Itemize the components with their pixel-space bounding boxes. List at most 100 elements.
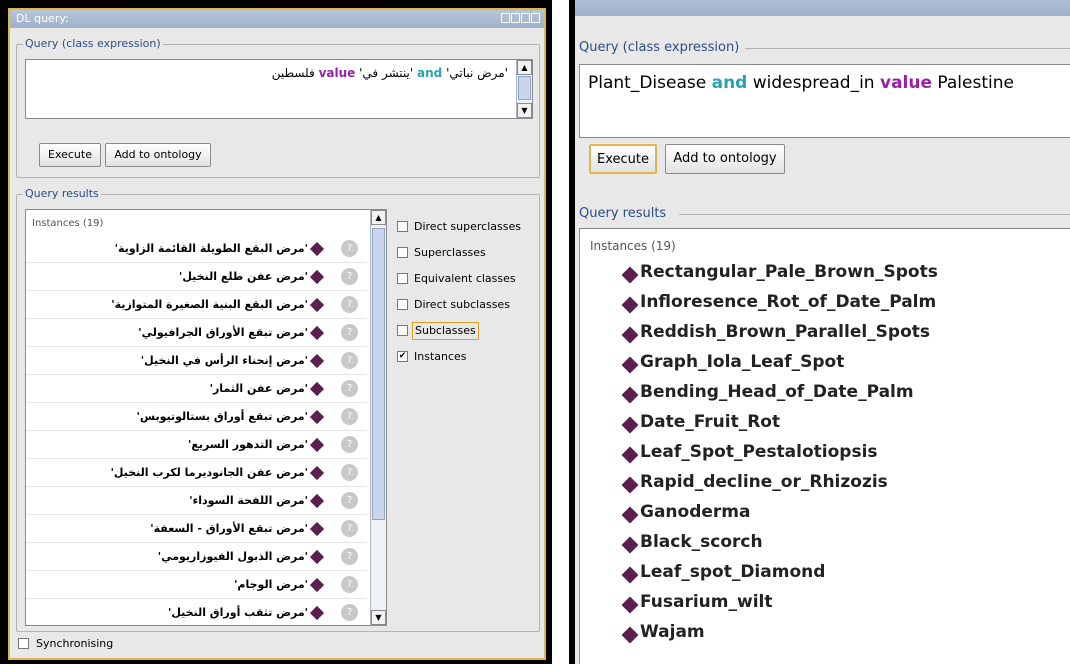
close-icon[interactable] — [531, 13, 540, 23]
list-item[interactable]: 'مرض عفن الثمار'? — [26, 376, 366, 403]
list-item[interactable]: 'مرض تبقع أوراق بستالوتيوبس'? — [26, 404, 366, 431]
execute-button[interactable]: Execute — [589, 144, 657, 174]
maximize-icon[interactable] — [521, 13, 530, 23]
query-scrollbar[interactable]: ▲ ▼ — [516, 60, 532, 118]
restore-icon[interactable] — [501, 13, 510, 23]
list-item[interactable]: 'مرض الذبول الفيوزاريومي'? — [26, 544, 366, 571]
value-keyword: value — [318, 66, 356, 80]
help-icon[interactable]: ? — [341, 520, 358, 537]
scroll-thumb[interactable] — [372, 228, 385, 520]
list-item[interactable]: Leaf_Spot_Pestalotiopsis — [580, 439, 1070, 469]
individual-diamond-icon — [309, 465, 325, 481]
list-item[interactable]: Bending_Head_of_Date_Palm — [580, 379, 1070, 409]
individual-diamond-icon — [309, 381, 325, 397]
query-editor[interactable]: 'مرض نباتي' and 'ينتشر في' value فلسطين … — [25, 59, 533, 119]
scroll-thumb[interactable] — [518, 76, 531, 100]
instance-label: Bending_Head_of_Date_Palm — [640, 382, 914, 402]
scroll-down-icon[interactable]: ▼ — [517, 103, 532, 118]
list-item[interactable]: 'مرض تبقع الأوراق الجرافيولي'? — [26, 320, 366, 347]
list-item[interactable]: 'مرض إنحناء الرأس في النخيل'? — [26, 348, 366, 375]
help-icon[interactable]: ? — [341, 352, 358, 369]
option-checkbox[interactable] — [397, 247, 408, 258]
results-group-label: Query results — [23, 187, 101, 200]
help-icon[interactable]: ? — [341, 296, 358, 313]
window-title-bar: DL query: — [10, 10, 544, 28]
add-to-ontology-button[interactable]: Add to ontology — [665, 144, 785, 174]
help-icon[interactable]: ? — [341, 604, 358, 621]
list-item[interactable]: 'مرض البقع الطويلة القائمة الزاوية'? — [26, 236, 366, 263]
instance-label: Rapid_decline_or_Rhizozis — [640, 472, 888, 492]
list-item[interactable]: Rectangular_Pale_Brown_Spots — [580, 259, 1070, 289]
query-arg1: Plant_Disease — [588, 73, 707, 93]
option-checkbox[interactable] — [397, 299, 408, 310]
list-item[interactable]: Rapid_decline_or_Rhizozis — [580, 469, 1070, 499]
list-item[interactable]: 'مرض عفن الجانوديرما لكرب النخيل'? — [26, 460, 366, 487]
query-editor[interactable]: Plant_Disease and widespread_in value Pa… — [579, 64, 1070, 138]
individual-diamond-icon — [309, 549, 325, 565]
instance-label: 'مرض تثقب أوراق النخيل' — [167, 606, 308, 619]
instance-label: 'مرض تبقع الأوراق الجرافيولي' — [138, 326, 308, 339]
option-label: Superclasses — [414, 246, 486, 259]
execute-button[interactable]: Execute — [39, 143, 101, 167]
list-item[interactable]: Date_Fruit_Rot — [580, 409, 1070, 439]
help-icon[interactable]: ? — [341, 268, 358, 285]
option-label: Equivalent classes — [414, 272, 516, 285]
list-item[interactable]: 'مرض البقع البنية الصغيرة المتوازية'? — [26, 292, 366, 319]
query-expression: Plant_Disease and widespread_in value Pa… — [588, 73, 1014, 93]
minimize-icon[interactable] — [511, 13, 520, 23]
individual-diamond-icon — [621, 476, 639, 494]
individual-diamond-icon — [621, 416, 639, 434]
instances-count-label: Instances (19) — [32, 218, 104, 229]
option-label: Subclasses — [412, 322, 479, 340]
option-checkbox[interactable] — [397, 221, 408, 232]
add-to-ontology-button[interactable]: Add to ontology — [105, 143, 211, 167]
scroll-up-icon[interactable]: ▲ — [371, 210, 386, 225]
instance-label: Leaf_spot_Diamond — [640, 562, 826, 582]
option-checkbox[interactable]: ✔ — [397, 351, 408, 362]
option-label: Direct subclasses — [414, 298, 510, 311]
list-item[interactable]: Reddish_Brown_Parallel_Spots — [580, 319, 1070, 349]
list-item[interactable]: 'مرض التدهور السريع'? — [26, 432, 366, 459]
list-item[interactable]: Wajam — [580, 619, 1070, 649]
help-icon[interactable]: ? — [341, 380, 358, 397]
instance-label: 'مرض عفن طلع النخيل' — [179, 270, 308, 283]
help-icon[interactable]: ? — [341, 464, 358, 481]
help-icon[interactable]: ? — [341, 576, 358, 593]
value-keyword: value — [879, 73, 932, 93]
help-icon[interactable]: ? — [341, 240, 358, 257]
list-item[interactable]: Black_scorch — [580, 529, 1070, 559]
scroll-up-icon[interactable]: ▲ — [517, 60, 532, 75]
help-icon[interactable]: ? — [341, 436, 358, 453]
option-checkbox[interactable] — [397, 325, 408, 336]
group-divider — [679, 214, 1070, 215]
list-item[interactable]: Infloresence_Rot_of_Date_Palm — [580, 289, 1070, 319]
list-item[interactable]: 'مرض عفن طلع النخيل'? — [26, 264, 366, 291]
help-icon[interactable]: ? — [341, 324, 358, 341]
help-icon[interactable]: ? — [341, 548, 358, 565]
help-icon[interactable]: ? — [341, 408, 358, 425]
instance-label: 'مرض اللفحة السوداء' — [189, 494, 308, 507]
synchronising-checkbox[interactable] — [18, 638, 29, 649]
list-item[interactable]: 'مرض تثقب أوراق النخيل'? — [26, 600, 366, 625]
list-item[interactable]: Ganoderma — [580, 499, 1070, 529]
list-item[interactable]: Fusarium_wilt — [580, 589, 1070, 619]
option-checkbox[interactable] — [397, 273, 408, 284]
results-list: Instances (19) 'مرض البقع الطويلة القائم… — [25, 209, 387, 626]
individual-diamond-icon — [309, 409, 325, 425]
help-icon[interactable]: ? — [341, 492, 358, 509]
individual-diamond-icon — [621, 626, 639, 644]
results-scrollbar[interactable]: ▲ ▼ — [370, 210, 386, 625]
list-item[interactable]: Graph_Iola_Leaf_Spot — [580, 349, 1070, 379]
scroll-down-icon[interactable]: ▼ — [371, 610, 386, 625]
results-group-label: Query results — [577, 206, 669, 221]
synchronising-label: Synchronising — [36, 637, 114, 650]
right-screenshot-panel: Query (class expression) Plant_Disease a… — [569, 0, 1070, 664]
list-item[interactable]: 'مرض اللفحة السوداء'? — [26, 488, 366, 515]
window-title-bar — [575, 0, 1070, 16]
query-group: Query (class expression) 'مرض نباتي' and… — [16, 37, 540, 178]
list-item[interactable]: 'مرض الوجام'? — [26, 572, 366, 599]
list-item[interactable]: 'مرض تبقع الأوراق - السعفة'? — [26, 516, 366, 543]
list-item[interactable]: Leaf_spot_Diamond — [580, 559, 1070, 589]
left-screenshot-panel: DL query: Query (class expression) 'مرض … — [0, 0, 552, 664]
instance-label: 'مرض عفن الجانوديرما لكرب النخيل' — [110, 466, 308, 479]
